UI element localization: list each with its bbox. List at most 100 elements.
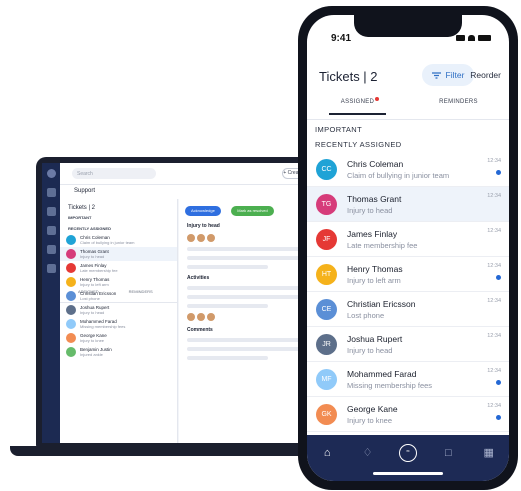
ticket-subtitle: Injured ankle: [80, 352, 103, 357]
ticket-row[interactable]: JR Joshua Rupert Injury to head 12:34: [307, 327, 509, 362]
unread-dot: [496, 380, 501, 385]
laptop-topbar: Search + Create: [60, 163, 314, 185]
laptop-tabs: ASSIGNED REMINDERS: [60, 283, 177, 303]
avatar: [66, 319, 76, 329]
battery-icon: [478, 35, 491, 41]
phone-screen: 9:41 Tickets | 2 Filter Reorder ASSIGNED…: [307, 15, 509, 481]
laptop-sidebar: [42, 163, 60, 443]
tab-reminders[interactable]: REMINDERS: [129, 289, 153, 298]
ticket-subtitle: Lost phone: [347, 311, 385, 320]
notification-dot: [375, 97, 380, 101]
comment-line: [187, 347, 306, 351]
search-input[interactable]: Search: [72, 168, 156, 179]
section-important: IMPORTANT: [315, 125, 363, 134]
list-item[interactable]: Mohammed Farad Missing membership fees: [60, 317, 177, 331]
assignee-avatars: [179, 229, 314, 242]
calendar-icon[interactable]: [46, 226, 56, 235]
tab-reminders[interactable]: REMINDERS: [408, 99, 509, 119]
ticket-time: 12:34: [487, 368, 501, 374]
ticket-name: Thomas Grant: [347, 194, 402, 204]
ticket-row[interactable]: CE Christian Ericsson Lost phone 12:34: [307, 292, 509, 327]
reorder-button[interactable]: Reorder: [470, 70, 501, 80]
comment-line: [187, 338, 306, 342]
ticket-time: 12:34: [487, 298, 501, 304]
list-item[interactable]: Chris Coleman Claim of bullying in junior…: [60, 233, 177, 247]
avatar: [66, 263, 76, 273]
ticket-subtitle: Late membership fee: [347, 241, 418, 250]
filter-icon: [431, 71, 441, 79]
unread-dot: [496, 170, 501, 175]
ticket-row[interactable]: HT Henry Thomas Injury to left arm 12:34: [307, 257, 509, 292]
list-item[interactable]: James Finlay Late membership fee: [60, 261, 177, 275]
ticket-name: Christian Ericsson: [347, 299, 416, 309]
header: Tickets | 2 Filter Reorder: [307, 55, 509, 99]
acknowledge-button[interactable]: Acknowledge: [185, 206, 221, 216]
avatar: GK: [316, 404, 337, 425]
filter-button[interactable]: Filter: [422, 64, 474, 86]
section-important: IMPORTANT: [68, 215, 92, 220]
ticket-time: 12:34: [487, 228, 501, 234]
ticket-subtitle: Injury to knee: [80, 338, 105, 343]
wifi-icon: [468, 35, 475, 41]
filter-label: Filter: [445, 70, 465, 80]
tickets-icon[interactable]: [46, 207, 56, 216]
home-icon[interactable]: ⌂: [318, 444, 336, 462]
laptop-screen: Search + Create Support Tickets | 2 ASSI…: [42, 163, 314, 443]
messages-icon[interactable]: [46, 245, 56, 254]
activity-line: [187, 295, 306, 299]
ticket-subtitle: Missing membership fees: [347, 381, 433, 390]
ticket-name: Henry Thomas: [347, 264, 403, 274]
avatar: CE: [316, 299, 337, 320]
avatar: HT: [316, 264, 337, 285]
ticket-name: James Finlay: [347, 229, 398, 239]
ticket-subtitle: Claim of bullying in junior team: [80, 240, 135, 245]
bell-icon[interactable]: ♢: [359, 444, 377, 462]
ticket-subtitle: Injury to head: [347, 346, 393, 355]
status-time: 9:41: [331, 33, 352, 44]
calendar-icon[interactable]: ▦: [480, 444, 498, 462]
comments-heading: Comments: [187, 327, 213, 333]
laptop-ticket-list: Tickets | 2 ASSIGNED REMINDERS IMPORTANT…: [60, 199, 178, 443]
archive-icon[interactable]: [46, 264, 56, 273]
ticket-subtitle: Claim of bullying in junior team: [347, 171, 450, 180]
avatar: TG: [316, 194, 337, 215]
phone-mockup: 9:41 Tickets | 2 Filter Reorder ASSIGNED…: [298, 6, 518, 490]
tab-assigned[interactable]: ASSIGNED: [307, 97, 408, 119]
ticket-row[interactable]: JF James Finlay Late membership fee 12:34: [307, 222, 509, 257]
ticket-row[interactable]: MF Mohammed Farad Missing membership fees 1…: [307, 362, 509, 397]
comment-line: [187, 356, 268, 360]
list-item[interactable]: Benjamin Justin Injured ankle: [60, 345, 177, 359]
section-recently-assigned: RECENTLY ASSIGNED: [68, 226, 111, 231]
chat-icon[interactable]: □: [439, 444, 457, 462]
avatar: [66, 249, 76, 259]
laptop-base: [10, 446, 320, 456]
laptop-ticket-detail: Acknowledge Mark as resolved Injury to h…: [179, 199, 314, 443]
activity-line: [187, 286, 306, 290]
ticket-row[interactable]: TG Thomas Grant Injury to head 12:34: [307, 187, 509, 222]
signal-icon: [456, 35, 465, 41]
user-avatar-icon[interactable]: [46, 169, 56, 178]
ticket-row[interactable]: CC Chris Coleman Claim of bullying in juni…: [307, 152, 509, 187]
laptop-mockup: Search + Create Support Tickets | 2 ASSI…: [36, 157, 320, 449]
tab-divider: [307, 119, 509, 120]
home-icon[interactable]: [46, 188, 56, 197]
ticket-subtitle: Injury to knee: [347, 416, 393, 425]
list-item[interactable]: Joshua Rupert Injury to head: [60, 303, 177, 317]
unread-dot: [496, 415, 501, 420]
avatar: [66, 347, 76, 357]
home-indicator: [373, 472, 443, 475]
app-logo-icon[interactable]: ≈: [398, 444, 417, 462]
ticket-name: Mohammed Farad: [347, 369, 417, 379]
ticket-subtitle: Injury to left arm: [347, 276, 401, 285]
avatar: [66, 305, 76, 315]
ticket-subtitle: Injury to head: [80, 254, 105, 259]
list-item[interactable]: George Kane Injury to knee: [60, 331, 177, 345]
section-recently-assigned: RECENTLY ASSIGNED: [315, 140, 402, 149]
mark-resolved-button[interactable]: Mark as resolved: [231, 206, 274, 216]
ticket-subtitle: Injury to head: [80, 310, 105, 315]
tab-assigned[interactable]: ASSIGNED: [78, 289, 99, 298]
ticket-list: CC Chris Coleman Claim of bullying in juni…: [307, 152, 509, 467]
ticket-row[interactable]: GK George Kane Injury to knee 12:34: [307, 397, 509, 432]
ticket-name: Joshua Rupert: [347, 334, 403, 344]
list-item[interactable]: Thomas Grant Injury to head: [60, 247, 177, 261]
